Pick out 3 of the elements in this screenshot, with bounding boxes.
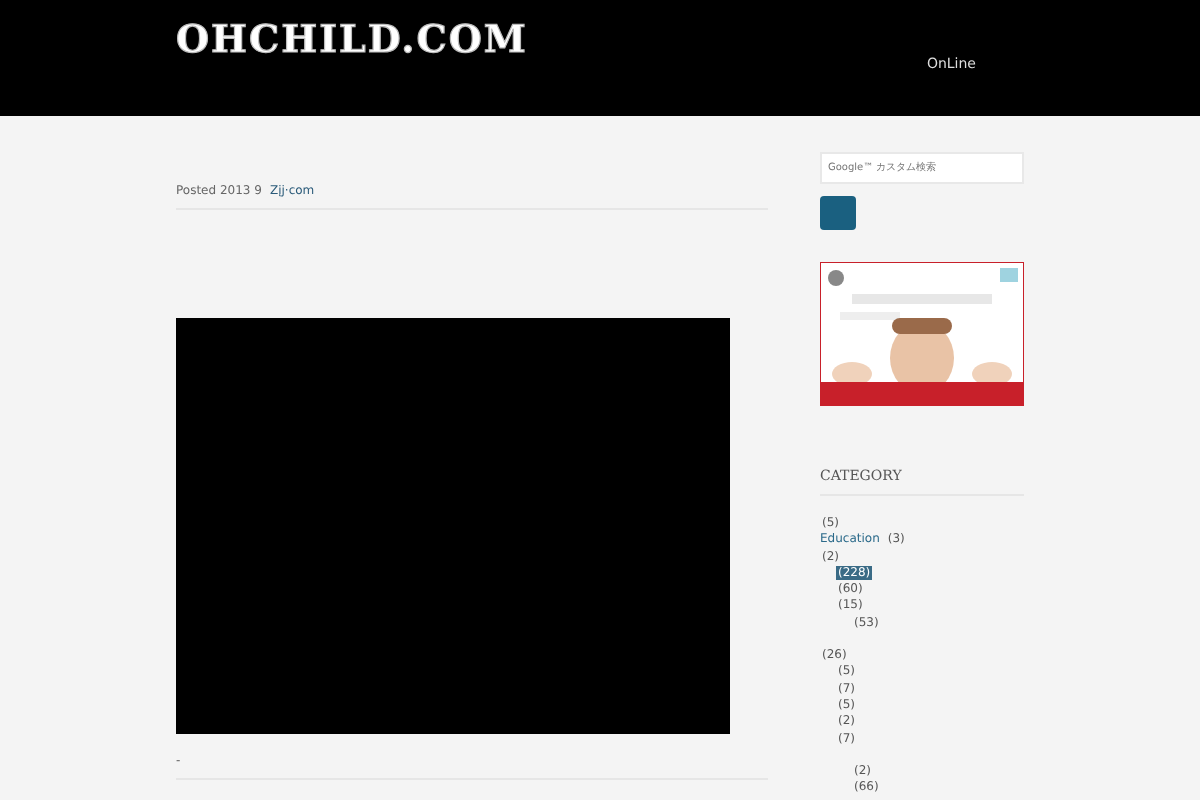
search-button[interactable]	[820, 196, 856, 230]
video-player[interactable]	[176, 318, 730, 734]
site-logo[interactable]: OHCHILD.COM	[176, 18, 528, 62]
